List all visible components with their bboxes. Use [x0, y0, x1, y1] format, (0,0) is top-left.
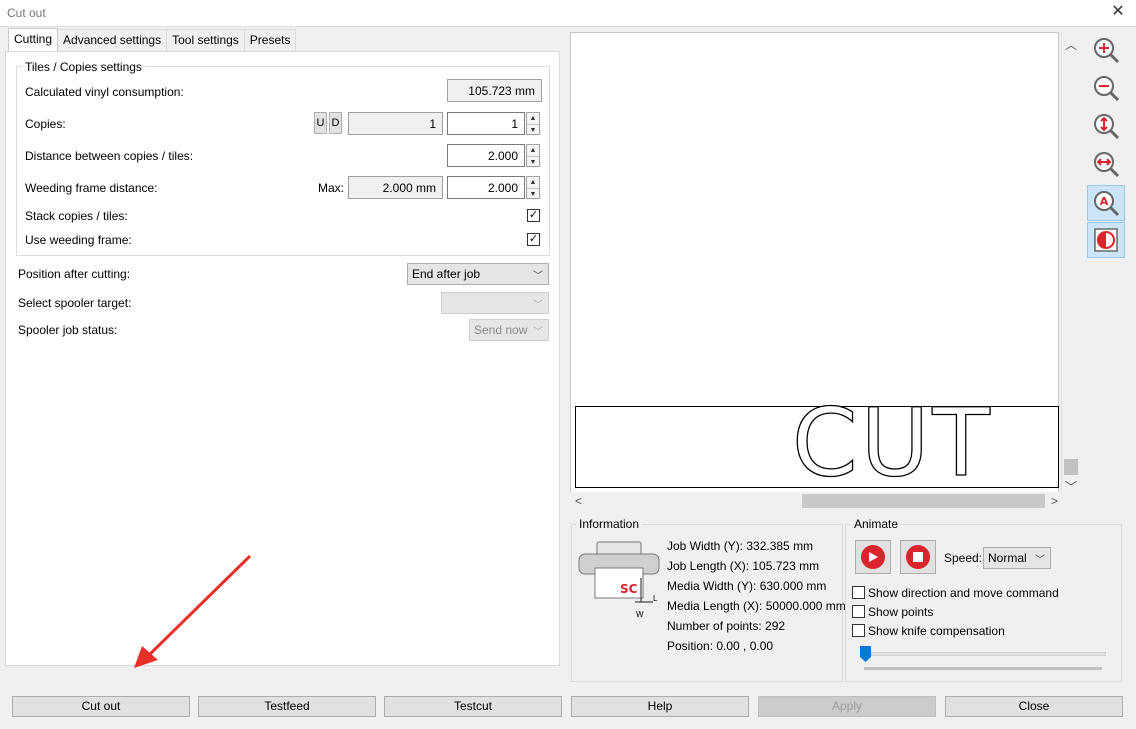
scroll-right-icon[interactable]: >: [1051, 494, 1058, 508]
show-direction-checkbox[interactable]: [852, 586, 865, 599]
help-button[interactable]: Help: [571, 696, 749, 717]
scroll-down-icon[interactable]: ﹀: [1065, 478, 1077, 495]
job-length-text: Job Length (X): 105.723 mm: [667, 559, 820, 573]
position-after-cutting-select[interactable]: End after job ﹀: [407, 263, 549, 285]
use-weeding-checkbox[interactable]: ✓: [527, 233, 540, 246]
window-title: Cut out: [7, 6, 46, 20]
zoom-fit-width-icon[interactable]: [1087, 146, 1125, 182]
distance-spinner[interactable]: ▲ ▼: [526, 144, 540, 167]
weeding-max-value: 2.000 mm: [348, 176, 443, 199]
spooler-status-label: Spooler job status:: [18, 323, 118, 337]
animate-label: Animate: [851, 517, 902, 531]
media-length-text: Media Length (X): 50000.000 mm: [667, 599, 846, 613]
plotter-axis-l: L: [653, 594, 658, 603]
copies-readonly-field: 1: [348, 112, 443, 135]
title-bar: [0, 0, 1136, 27]
weeding-distance-input[interactable]: 2.000: [447, 176, 525, 199]
job-width-text: Job Width (Y): 332.385 mm: [667, 539, 814, 553]
copies-input[interactable]: 1: [447, 112, 525, 135]
copies-label: Copies:: [25, 117, 66, 131]
position-after-cutting-label: Position after cutting:: [18, 267, 131, 281]
show-points-checkbox[interactable]: [852, 605, 865, 618]
horizontal-scroll-thumb[interactable]: [802, 494, 1045, 508]
show-direction-label: Show direction and move command: [868, 586, 1059, 600]
stop-button[interactable]: [900, 540, 936, 574]
contrast-icon[interactable]: [1087, 222, 1125, 258]
play-icon: [861, 545, 885, 569]
play-button[interactable]: [855, 540, 891, 574]
position-text: Position: 0.00 , 0.00: [667, 639, 774, 653]
stack-copies-checkbox[interactable]: ✓: [527, 209, 540, 222]
cut-out-button[interactable]: Cut out: [12, 696, 190, 717]
speed-label: Speed:: [944, 551, 983, 565]
points-count-text: Number of points: 292: [667, 619, 786, 633]
chevron-down-icon: ﹀: [533, 271, 543, 282]
svg-text:A: A: [1100, 195, 1109, 208]
plotter-axis-w: W: [636, 610, 644, 619]
apply-button[interactable]: Apply: [758, 696, 936, 717]
show-knife-label: Show knife compensation: [868, 624, 1005, 638]
tiles-copies-group-label: Tiles / Copies settings: [22, 60, 145, 74]
plotter-logo-text: SC: [620, 582, 638, 596]
show-knife-checkbox[interactable]: [852, 624, 865, 637]
show-points-label: Show points: [868, 605, 934, 619]
stop-icon: [906, 545, 930, 569]
chevron-down-icon: ﹀: [1035, 555, 1045, 566]
speed-select[interactable]: Normal ﹀: [983, 547, 1051, 569]
testcut-button[interactable]: Testcut: [384, 696, 562, 717]
zoom-in-icon[interactable]: [1087, 32, 1125, 68]
annotation-arrow: [134, 554, 252, 668]
animation-progress-line: [864, 667, 1102, 670]
chevron-down-icon: ﹀: [533, 300, 543, 311]
distance-input[interactable]: 2.000: [447, 144, 525, 167]
tab-advanced-settings[interactable]: Advanced settings: [57, 29, 168, 51]
preview-cut-text: CUT: [791, 389, 993, 498]
vinyl-consumption-label: Calculated vinyl consumption:: [25, 85, 184, 99]
spooler-target-label: Select spooler target:: [18, 296, 132, 310]
zoom-fit-height-icon[interactable]: [1087, 108, 1125, 144]
weeding-max-label: Max:: [318, 181, 345, 195]
close-button[interactable]: Close: [945, 696, 1123, 717]
media-width-text: Media Width (Y): 630.000 mm: [667, 579, 827, 593]
animation-slider-thumb[interactable]: [859, 645, 873, 663]
use-weeding-label: Use weeding frame:: [25, 233, 132, 247]
spooler-target-select[interactable]: ﹀: [441, 292, 549, 314]
speed-value: Normal: [988, 551, 1027, 565]
distance-label: Distance between copies / tiles:: [25, 149, 194, 163]
plotter-icon: [578, 541, 660, 603]
tab-cutting[interactable]: Cutting: [8, 28, 59, 51]
information-label: Information: [576, 517, 643, 531]
vinyl-consumption-value: 105.723 mm: [447, 79, 542, 102]
zoom-out-icon[interactable]: [1087, 70, 1125, 106]
tab-presets[interactable]: Presets: [243, 29, 297, 51]
animation-track[interactable]: [864, 652, 1106, 656]
copies-u-button[interactable]: U: [314, 112, 327, 134]
window-close-icon[interactable]: ✕: [1108, 2, 1128, 22]
scroll-up-icon[interactable]: ︿: [1065, 36, 1077, 53]
weeding-spinner[interactable]: ▲ ▼: [526, 176, 540, 199]
stack-copies-label: Stack copies / tiles:: [25, 209, 128, 223]
vertical-scroll-thumb[interactable]: [1064, 459, 1078, 475]
scroll-left-icon[interactable]: <: [575, 494, 582, 508]
spooler-status-select[interactable]: Send now ﹀: [469, 319, 549, 341]
tab-tool-settings[interactable]: Tool settings: [166, 29, 245, 51]
preview-vertical-scrollbar[interactable]: [1061, 32, 1079, 493]
tab-bar: Cutting Advanced settings Tool settings …: [8, 28, 297, 51]
testfeed-button[interactable]: Testfeed: [198, 696, 376, 717]
weeding-distance-label: Weeding frame distance:: [25, 181, 158, 195]
spooler-status-value: Send now: [474, 323, 528, 337]
chevron-down-icon: ﹀: [533, 327, 543, 338]
copies-spinner[interactable]: ▲ ▼: [526, 112, 540, 135]
copies-d-button[interactable]: D: [329, 112, 342, 134]
position-after-cutting-value: End after job: [412, 267, 481, 281]
auto-zoom-icon[interactable]: A: [1087, 185, 1125, 221]
